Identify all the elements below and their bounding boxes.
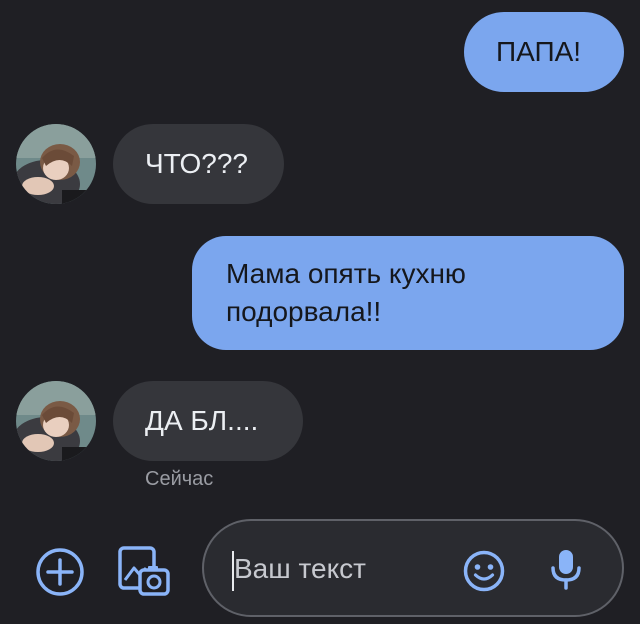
message-timestamp: Сейчас bbox=[145, 468, 214, 490]
message-text-line: подорвала!! bbox=[226, 296, 382, 327]
emoji-icon[interactable] bbox=[462, 549, 506, 593]
message-text: ЧТО??? bbox=[145, 148, 249, 179]
message-text: ДА БЛ.... bbox=[145, 405, 259, 436]
chat-screen: ПАПА! ЧТО??? Мама опять кухню подорвала!… bbox=[0, 0, 640, 624]
gallery-icon[interactable] bbox=[116, 544, 170, 598]
add-circle-icon[interactable] bbox=[34, 546, 86, 598]
incoming-message[interactable]: ЧТО??? bbox=[113, 124, 284, 204]
contact-avatar[interactable] bbox=[16, 124, 96, 204]
incoming-message[interactable]: ДА БЛ.... bbox=[113, 381, 303, 461]
contact-avatar[interactable] bbox=[16, 381, 96, 461]
outgoing-message[interactable]: Мама опять кухню подорвала!! bbox=[192, 236, 624, 350]
avatar-image bbox=[16, 381, 96, 461]
outgoing-message[interactable]: ПАПА! bbox=[464, 12, 624, 92]
message-input[interactable]: Ваш текст bbox=[202, 519, 624, 617]
avatar-image bbox=[16, 124, 96, 204]
message-text-line: Мама опять кухню bbox=[226, 258, 466, 289]
message-text: ПАПА! bbox=[496, 36, 582, 67]
input-placeholder: Ваш текст bbox=[234, 553, 366, 584]
mic-icon[interactable] bbox=[548, 547, 584, 593]
